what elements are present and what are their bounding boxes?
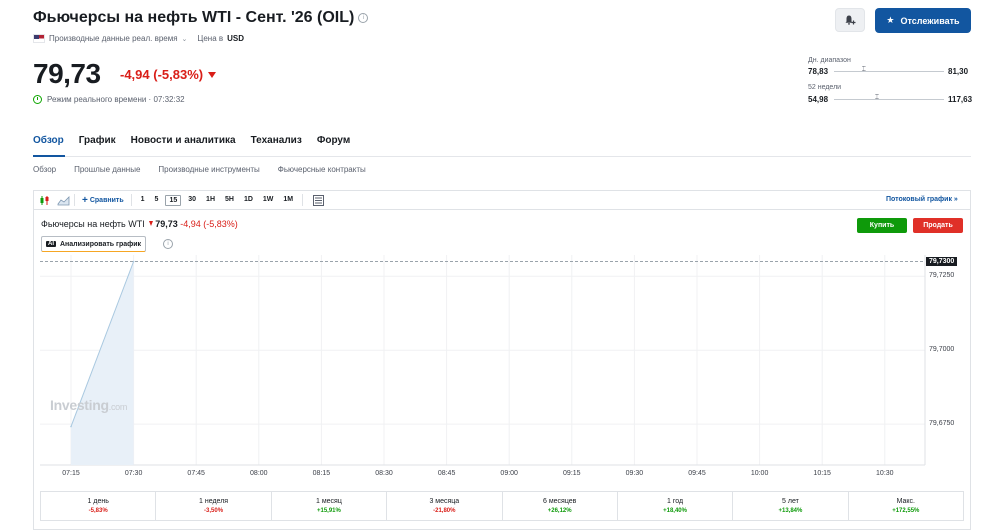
performance-label: 1 неделя [199,498,229,505]
current-price-label: 79,7300 [926,256,958,266]
performance-value: +18,40% [663,508,687,514]
performance-cell[interactable]: 5 лет +13,84% [733,492,849,520]
performance-value: +15,91% [317,508,341,514]
data-point [132,260,135,263]
performance-value: -5,83% [88,508,108,514]
x-tick-label: 07:30 [124,470,143,477]
investing-watermark: Investing.com [50,397,128,413]
x-tick-label: 08:15 [312,470,331,477]
performance-cell[interactable]: 6 месяцев +26,12% [503,492,618,520]
y-tick-label: 79,7250 [929,272,955,280]
x-tick-label: 07:45 [187,470,205,477]
x-tick-label: 08:45 [437,470,456,477]
performance-label: 1 день [87,498,109,505]
price-chart[interactable] [0,0,989,530]
performance-cell[interactable]: 1 неделя -3,50% [156,492,272,520]
performance-label: 1 месяц [316,498,342,505]
performance-label: 6 месяцев [542,498,577,505]
performance-value: +172,55% [892,508,920,514]
performance-cell[interactable]: Макс. +172,55% [849,492,963,520]
performance-value: -3,50% [204,508,224,514]
performance-label: 3 месяца [429,498,460,505]
performance-strip: 1 день -5,83% 1 неделя -3,50% 1 месяц +15,91%… [40,491,964,521]
performance-label: 1 год [667,498,684,505]
x-tick-label: 10:15 [813,470,831,477]
y-tick-label: 79,7000 [929,346,955,354]
x-tick-label: 09:45 [688,470,706,477]
performance-value: +13,84% [778,508,803,514]
x-tick-label: 09:30 [625,470,644,477]
x-tick-label: 08:00 [250,470,268,477]
performance-label: 5 лет [782,498,799,505]
performance-value: +26,12% [547,508,572,514]
performance-cell[interactable]: 3 месяца -21,80% [387,492,503,520]
performance-cell[interactable]: 1 день -5,83% [41,492,157,520]
x-tick-label: 09:15 [563,470,581,477]
data-point [70,425,72,428]
x-tick-label: 10:30 [876,470,894,477]
performance-cell[interactable]: 1 месяц +15,91% [272,492,388,520]
performance-value: -21,80% [433,508,456,514]
y-tick-label: 79,6750 [929,420,955,428]
performance-label: Макс. [896,498,915,505]
x-tick-label: 10:00 [750,470,769,477]
x-tick-label: 09:00 [500,470,518,477]
x-tick-label: 08:30 [375,470,393,477]
performance-cell[interactable]: 1 год +18,40% [618,492,734,520]
series-area [71,261,134,465]
x-tick-label: 07:15 [62,470,80,477]
